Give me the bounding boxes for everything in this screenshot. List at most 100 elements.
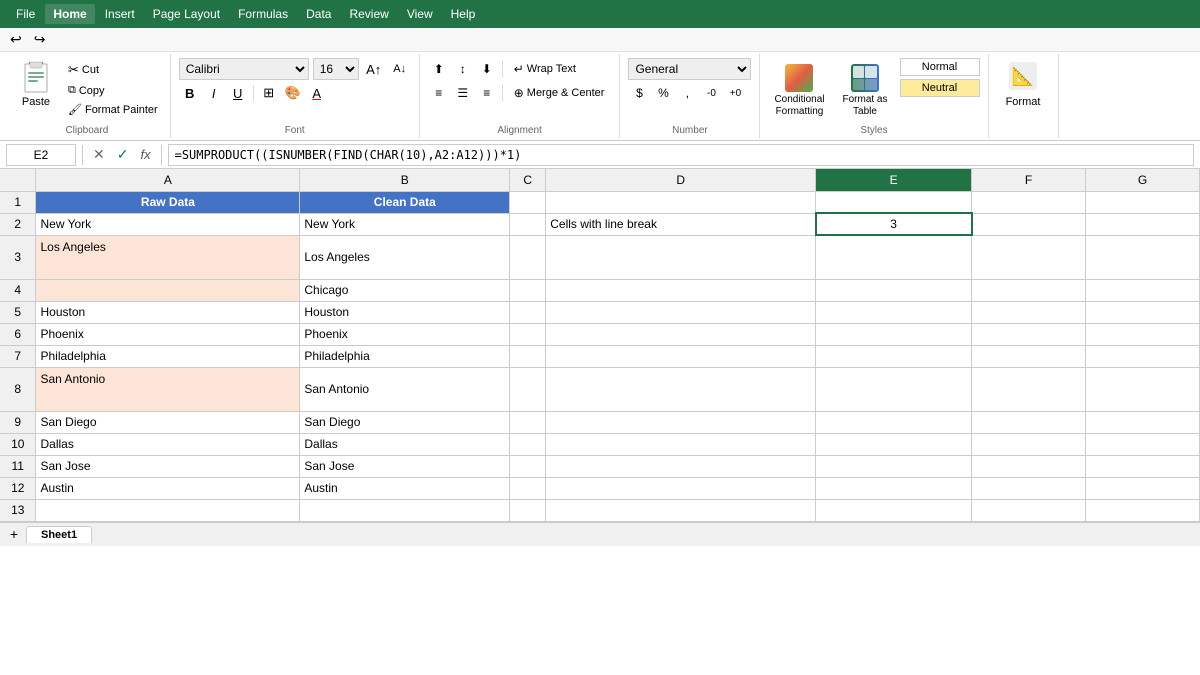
cell-c8[interactable]: [510, 367, 546, 411]
cell-c12[interactable]: [510, 477, 546, 499]
cell-g11[interactable]: [1085, 455, 1199, 477]
cell-g1[interactable]: [1085, 191, 1199, 213]
cell-c2[interactable]: [510, 213, 546, 235]
increase-decimal-btn[interactable]: +0: [724, 82, 746, 104]
row-num-2[interactable]: 2: [0, 213, 36, 235]
menu-help[interactable]: Help: [443, 4, 484, 24]
cell-c11[interactable]: [510, 455, 546, 477]
percent-btn[interactable]: %: [652, 82, 674, 104]
format-painter-button[interactable]: 🖌 Format Painter: [64, 101, 162, 118]
cell-c13[interactable]: [510, 499, 546, 521]
merge-center-button[interactable]: ⊕ Merge & Center: [507, 83, 612, 103]
cell-d4[interactable]: [546, 279, 816, 301]
cell-b12[interactable]: Austin: [300, 477, 510, 499]
format-as-table-btn[interactable]: Format asTable: [836, 58, 893, 122]
cell-d12[interactable]: [546, 477, 816, 499]
cell-c9[interactable]: [510, 411, 546, 433]
cell-e12[interactable]: [816, 477, 972, 499]
cell-e4[interactable]: [816, 279, 972, 301]
cell-b9[interactable]: San Diego: [300, 411, 510, 433]
cell-b5[interactable]: Houston: [300, 301, 510, 323]
cell-d9[interactable]: [546, 411, 816, 433]
cell-b2[interactable]: New York: [300, 213, 510, 235]
cut-button[interactable]: ✂ Cut: [64, 60, 162, 80]
cell-f10[interactable]: [972, 433, 1086, 455]
number-format-select[interactable]: General: [628, 58, 751, 80]
menu-data[interactable]: Data: [298, 4, 339, 24]
col-header-b[interactable]: B: [300, 169, 510, 191]
menu-file[interactable]: File: [8, 4, 43, 24]
cell-f13[interactable]: [972, 499, 1086, 521]
cell-b3[interactable]: Los Angeles: [300, 235, 510, 279]
cell-g4[interactable]: [1085, 279, 1199, 301]
decrease-font-btn[interactable]: A↓: [389, 58, 411, 80]
row-num-9[interactable]: 9: [0, 411, 36, 433]
cell-g13[interactable]: [1085, 499, 1199, 521]
cell-a5[interactable]: Houston: [36, 301, 300, 323]
cell-a13[interactable]: [36, 499, 300, 521]
cell-g3[interactable]: [1085, 235, 1199, 279]
cell-e2[interactable]: 3: [816, 213, 972, 235]
cell-g2[interactable]: [1085, 213, 1199, 235]
cell-b10[interactable]: Dallas: [300, 433, 510, 455]
cell-d10[interactable]: [546, 433, 816, 455]
col-header-d[interactable]: D: [546, 169, 816, 191]
menu-home[interactable]: Home: [45, 4, 94, 24]
cell-f6[interactable]: [972, 323, 1086, 345]
align-top-btn[interactable]: ⬆: [428, 58, 450, 80]
fill-color-btn[interactable]: 🎨: [282, 82, 304, 104]
cell-e7[interactable]: [816, 345, 972, 367]
col-header-g[interactable]: G: [1085, 169, 1199, 191]
cell-a12[interactable]: Austin: [36, 477, 300, 499]
row-num-8[interactable]: 8: [0, 367, 36, 411]
row-num-13[interactable]: 13: [0, 499, 36, 521]
cell-a11[interactable]: San Jose: [36, 455, 300, 477]
cell-b1[interactable]: Clean Data: [300, 191, 510, 213]
cell-f11[interactable]: [972, 455, 1086, 477]
cancel-formula-btn[interactable]: ✕: [89, 146, 109, 163]
cell-a8[interactable]: San Antonio: [36, 367, 300, 411]
bold-btn[interactable]: B: [179, 82, 201, 104]
undo-btn[interactable]: ↩: [6, 29, 26, 50]
cell-c6[interactable]: [510, 323, 546, 345]
menu-page-layout[interactable]: Page Layout: [145, 4, 228, 24]
cell-e3[interactable]: [816, 235, 972, 279]
sheet-tab-sheet1[interactable]: Sheet1: [26, 526, 92, 543]
cell-c7[interactable]: [510, 345, 546, 367]
cell-f3[interactable]: [972, 235, 1086, 279]
col-header-a[interactable]: A: [36, 169, 300, 191]
cell-b8[interactable]: San Antonio: [300, 367, 510, 411]
cell-g10[interactable]: [1085, 433, 1199, 455]
insert-function-btn[interactable]: fx: [136, 147, 154, 162]
neutral-style-btn[interactable]: Neutral: [900, 79, 980, 97]
cell-e11[interactable]: [816, 455, 972, 477]
cell-e10[interactable]: [816, 433, 972, 455]
redo-btn[interactable]: ↪: [30, 29, 50, 50]
cell-a7[interactable]: Philadelphia: [36, 345, 300, 367]
cell-e13[interactable]: [816, 499, 972, 521]
menu-formulas[interactable]: Formulas: [230, 4, 296, 24]
menu-view[interactable]: View: [399, 4, 441, 24]
cell-a6[interactable]: Phoenix: [36, 323, 300, 345]
paste-button[interactable]: Paste: [12, 56, 60, 122]
wrap-text-button[interactable]: ↵ Wrap Text: [507, 59, 583, 79]
cell-d11[interactable]: [546, 455, 816, 477]
cell-f5[interactable]: [972, 301, 1086, 323]
row-num-11[interactable]: 11: [0, 455, 36, 477]
formula-input[interactable]: [168, 144, 1194, 166]
font-name-select[interactable]: Calibri: [179, 58, 309, 80]
cell-g6[interactable]: [1085, 323, 1199, 345]
cell-f2[interactable]: [972, 213, 1086, 235]
normal-style-btn[interactable]: Normal: [900, 58, 980, 76]
cell-a4[interactable]: [36, 279, 300, 301]
cell-g7[interactable]: [1085, 345, 1199, 367]
align-middle-btn[interactable]: ↕: [452, 58, 474, 80]
decrease-decimal-btn[interactable]: -0: [700, 82, 722, 104]
col-header-e[interactable]: E: [816, 169, 972, 191]
cell-a10[interactable]: Dallas: [36, 433, 300, 455]
cell-f1[interactable]: [972, 191, 1086, 213]
cell-f8[interactable]: [972, 367, 1086, 411]
format-btn[interactable]: 📐: [1005, 58, 1041, 94]
confirm-formula-btn[interactable]: ✓: [113, 146, 133, 163]
cell-e8[interactable]: [816, 367, 972, 411]
